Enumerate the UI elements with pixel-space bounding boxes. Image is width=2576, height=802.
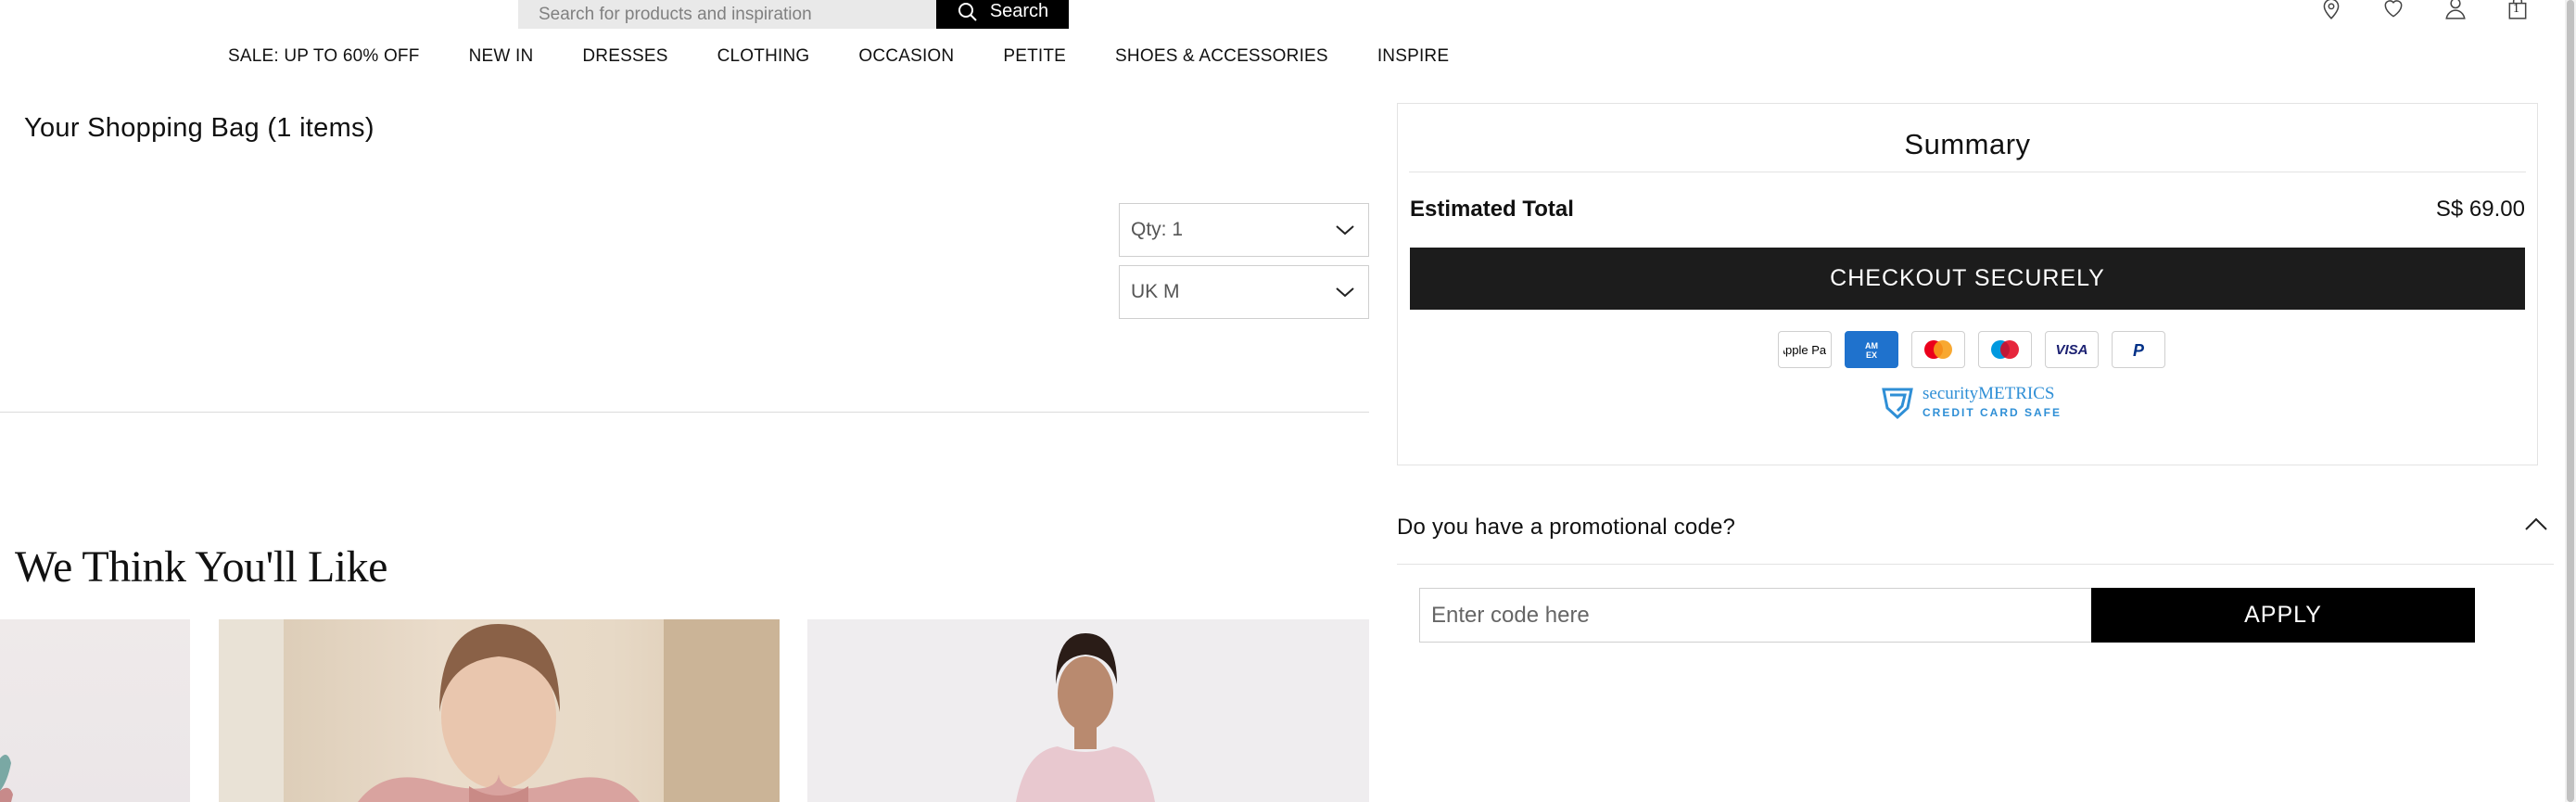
product-image (219, 619, 780, 802)
chevron-up-icon[interactable] (2523, 515, 2549, 533)
visa-text: VISA (2055, 342, 2087, 358)
nav-item-dresses[interactable]: DRESSES (582, 46, 667, 67)
search-icon (958, 2, 977, 21)
scrollbar-thumb[interactable] (2567, 0, 2574, 802)
size-select[interactable]: UK M (1119, 265, 1369, 319)
promo-code-input[interactable] (1419, 588, 2091, 643)
mastercard-icon (1911, 331, 1965, 368)
security-badge-line2: CREDIT CARD SAFE (1922, 405, 2062, 419)
apple-pay-text: Apple Pay (1783, 343, 1826, 357)
svg-text:EX: EX (1866, 350, 1877, 360)
recommendations-title: We Think You'll Like (15, 542, 387, 592)
header-icons: 1 (2316, 0, 2533, 22)
search-bar: Search (518, 0, 1069, 29)
main-navigation: SALE: UP TO 60% OFF NEW IN DRESSES CLOTH… (228, 46, 1449, 67)
apply-button[interactable]: APPLY (2091, 588, 2475, 643)
quantity-select[interactable]: Qty: 1 (1119, 203, 1369, 257)
visa-icon: VISA (2045, 331, 2099, 368)
nav-item-petite[interactable]: PETITE (1003, 46, 1066, 67)
heart-icon (2384, 0, 2403, 18)
scrollbar[interactable] (2565, 0, 2576, 802)
checkout-button[interactable]: CHECKOUT SECURELY (1410, 248, 2525, 310)
search-button-label: Search (989, 1, 1049, 21)
quantity-value: Qty: 1 (1131, 219, 1184, 240)
product-image (1016, 633, 1155, 802)
chevron-down-icon (1336, 225, 1354, 236)
store-locator-button[interactable] (2316, 0, 2347, 22)
nav-item-inspire[interactable]: INSPIRE (1377, 46, 1449, 67)
chevron-down-icon (1336, 287, 1354, 298)
product-card-image[interactable] (807, 619, 1369, 802)
nav-item-occasion[interactable]: OCCASION (858, 46, 954, 67)
wishlist-button[interactable] (2378, 0, 2409, 22)
svg-text:P: P (2133, 341, 2145, 360)
product-card-image[interactable] (219, 619, 780, 802)
order-summary: Summary Estimated Total S$ 69.00 CHECKOU… (1397, 103, 2538, 465)
promo-code-toggle[interactable]: Do you have a promotional code? (1397, 515, 1735, 541)
amex-icon: AM EX (1845, 331, 1898, 368)
paypal-icon: P (2112, 331, 2165, 368)
security-badge-line1: securityMETRICS (1922, 383, 2055, 403)
nav-item-new-in[interactable]: NEW IN (469, 46, 534, 67)
bag-divider (0, 412, 1369, 413)
nav-item-shoes-accessories[interactable]: SHOES & ACCESSORIES (1115, 46, 1328, 67)
account-icon (2445, 0, 2466, 19)
bag-title: Your Shopping Bag (1 items) (24, 113, 374, 143)
estimated-total-label: Estimated Total (1410, 197, 1574, 222)
nav-item-clothing[interactable]: CLOTHING (717, 46, 810, 67)
location-pin-icon (2323, 0, 2340, 19)
search-input[interactable] (518, 0, 936, 29)
security-metrics-badge: securityMETRICS CREDIT CARD SAFE (1878, 382, 2062, 421)
bag-button[interactable]: 1 (2502, 0, 2533, 22)
product-card-image[interactable] (0, 619, 190, 802)
nav-item-sale[interactable]: SALE: UP TO 60% OFF (228, 46, 420, 67)
search-button[interactable]: Search (936, 0, 1069, 29)
estimated-total-value: S$ 69.00 (2435, 197, 2525, 222)
payment-methods: Apple Pay AMEX VISA P (1778, 331, 2165, 368)
account-button[interactable] (2440, 0, 2471, 22)
svg-text:AM: AM (1865, 341, 1878, 350)
product-image (0, 755, 13, 802)
maestro-icon (1978, 331, 2032, 368)
shield-icon (1882, 388, 1913, 420)
promo-divider (1397, 564, 2554, 565)
summary-title: Summary (1904, 128, 2031, 160)
bag-count-badge: 1 (2513, 2, 2519, 16)
apple-pay-icon: Apple Pay (1778, 331, 1832, 368)
size-value: UK M (1131, 281, 1180, 302)
